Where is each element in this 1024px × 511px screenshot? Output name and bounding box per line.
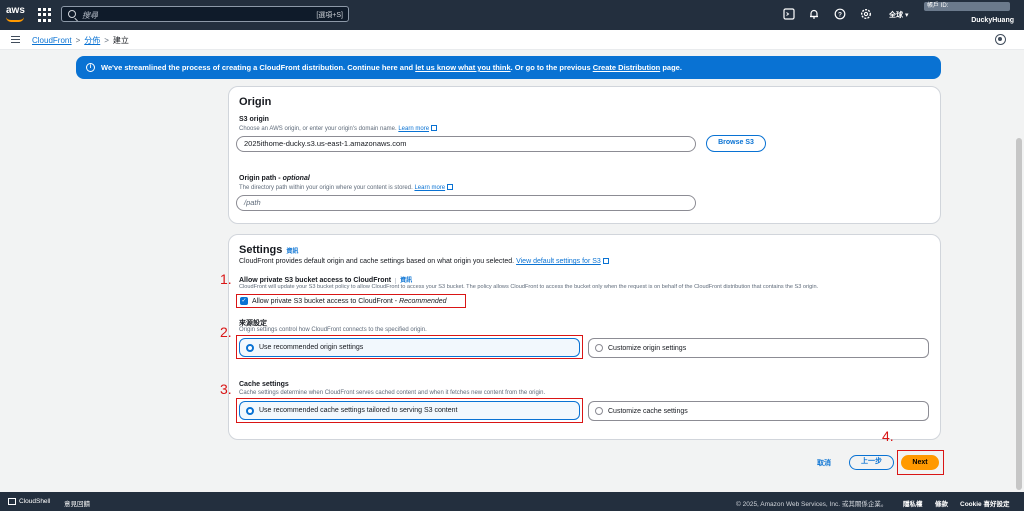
cookie-preferences-link[interactable]: Cookie 喜好設定 xyxy=(960,498,1009,508)
radio-customize-cache[interactable]: Customize cache settings xyxy=(588,401,929,421)
aws-logo[interactable]: aws xyxy=(6,5,25,22)
flash-text: We've streamlined the process of creatin… xyxy=(101,63,682,72)
annotation-2: 2. xyxy=(220,324,232,340)
cache-settings-label: Cache settings xyxy=(239,381,289,388)
radio-customize-origin[interactable]: Customize origin settings xyxy=(588,338,929,358)
radio-unselected-icon xyxy=(595,407,603,415)
svg-text:?: ? xyxy=(838,11,842,18)
s3-origin-desc: Choose an AWS origin, or enter your orig… xyxy=(239,125,438,132)
flash-text-3: page. xyxy=(660,63,682,72)
annotation-3: 3. xyxy=(220,381,232,397)
radio-recommended-cache[interactable]: Use recommended cache settings tailored … xyxy=(239,401,580,420)
external-link-icon xyxy=(602,258,609,264)
origin-settings-desc: Origin settings control how CloudFront c… xyxy=(239,327,427,333)
radio-recommended-origin[interactable]: Use recommended origin settings xyxy=(239,338,580,357)
breadcrumb-create: 建立 xyxy=(112,36,129,45)
external-link-icon xyxy=(431,125,438,131)
services-grid-icon[interactable] xyxy=(38,8,52,22)
recommended-tag: Recommended xyxy=(399,297,447,305)
search-icon xyxy=(68,10,76,18)
private-access-checkbox-label: Allow private S3 bucket access to CloudF… xyxy=(252,298,447,305)
private-access-checkbox[interactable]: ✓ Allow private S3 bucket access to Clou… xyxy=(236,294,466,308)
search-placeholder: 搜尋 xyxy=(82,11,98,20)
copyright: © 2025, Amazon Web Services, Inc. 或其關係企業… xyxy=(736,501,888,508)
learn-more-link[interactable]: Learn more xyxy=(398,126,429,132)
private-access-label: Allow private S3 bucket access to CloudF… xyxy=(239,275,413,284)
feedback-link[interactable]: 意見回饋 xyxy=(64,498,90,508)
chevron-right-icon: > xyxy=(104,36,109,45)
annotation-4: 4. xyxy=(882,428,894,444)
previous-button[interactable]: 上一步 xyxy=(849,455,894,470)
bell-icon[interactable] xyxy=(807,8,821,22)
search-input[interactable]: 搜尋 [選項+S] xyxy=(61,6,349,22)
settings-desc: CloudFront provides default origin and c… xyxy=(239,258,609,265)
radio-customize-cache-label: Customize cache settings xyxy=(608,407,688,415)
gear-icon[interactable] xyxy=(859,8,873,22)
footer: CloudShell 意見回饋 © 2025, Amazon Web Servi… xyxy=(0,492,1024,511)
help-icon[interactable]: ? xyxy=(833,8,847,22)
search-shortcut: [選項+S] xyxy=(316,12,343,19)
radio-customize-origin-label: Customize origin settings xyxy=(608,344,687,352)
s3-origin-input[interactable]: 2025ithome-ducky.s3.us-east-1.amazonaws.… xyxy=(236,136,696,152)
origin-title: Origin xyxy=(239,96,272,108)
origin-path-label-text: Origin path - xyxy=(239,175,283,182)
origin-path-desc: The directory path within your origin wh… xyxy=(239,184,454,191)
info-icon: i xyxy=(86,63,95,72)
scrollbar-thumb[interactable] xyxy=(1016,138,1022,490)
breadcrumb: CloudFront > 分佈 > 建立 xyxy=(32,35,129,46)
private-access-checkbox-text: Allow private S3 bucket access to CloudF… xyxy=(252,297,400,305)
optional-tag: optional xyxy=(282,175,310,182)
preferences-icon[interactable] xyxy=(995,34,1006,45)
radio-recommended-cache-label: Use recommended cache settings tailored … xyxy=(259,407,458,414)
annotation-1: 1. xyxy=(220,271,232,287)
s3-origin-desc-text: Choose an AWS origin, or enter your orig… xyxy=(239,126,397,132)
cache-settings-desc: Cache settings determine when CloudFront… xyxy=(239,390,546,396)
terms-link[interactable]: 條款 xyxy=(935,498,948,508)
cancel-button[interactable]: 取消 xyxy=(817,458,831,468)
cloudshell-icon[interactable] xyxy=(782,8,796,22)
checkmark-icon: ✓ xyxy=(240,297,248,305)
radio-unselected-icon xyxy=(595,344,603,352)
origin-path-input[interactable]: /path xyxy=(236,195,696,211)
account-id: 帳戶 ID: xyxy=(924,2,1010,11)
s3-origin-label: S3 origin xyxy=(239,116,269,123)
cloudshell-label: CloudShell xyxy=(19,498,51,505)
radio-selected-icon xyxy=(246,343,254,352)
cloudshell-button[interactable]: CloudShell xyxy=(8,498,50,505)
next-button[interactable]: Next xyxy=(901,455,939,470)
top-navigation: aws 搜尋 [選項+S] ? 全球 ▾ 帳戶 ID: DuckyHuang xyxy=(0,0,1024,30)
settings-title: Settings 資訊 xyxy=(239,244,298,256)
external-link-icon xyxy=(447,184,454,190)
breadcrumb-cloudfront[interactable]: CloudFront xyxy=(32,36,72,45)
settings-title-text: Settings xyxy=(239,244,283,256)
settings-info-link[interactable]: 資訊 xyxy=(286,249,298,255)
menu-icon[interactable] xyxy=(11,36,20,43)
aws-smile-icon xyxy=(6,17,24,22)
settings-desc-text: CloudFront provides default origin and c… xyxy=(239,258,515,265)
cloudshell-icon xyxy=(8,498,16,505)
flash-text-1: We've streamlined the process of creatin… xyxy=(101,63,416,72)
origin-path-desc-text: The directory path within your origin wh… xyxy=(239,185,413,191)
flash-text-2: . Or go to the previous xyxy=(510,63,593,72)
view-default-settings-link[interactable]: View default settings for S3 xyxy=(516,258,601,265)
aws-logo-text: aws xyxy=(6,5,25,16)
private-access-label-text: Allow private S3 bucket access to CloudF… xyxy=(239,277,392,284)
info-flashbar: i We've streamlined the process of creat… xyxy=(76,56,941,79)
account-menu[interactable]: 帳戶 ID: DuckyHuang xyxy=(924,2,1016,28)
privacy-link[interactable]: 隱私權 xyxy=(903,498,923,508)
private-access-desc: CloudFront will update your S3 bucket po… xyxy=(239,284,819,290)
chevron-right-icon: > xyxy=(75,36,81,45)
radio-recommended-origin-label: Use recommended origin settings xyxy=(259,344,364,351)
breadcrumb-distributions[interactable]: 分佈 xyxy=(84,36,100,45)
radio-selected-icon xyxy=(246,406,254,415)
feedback-link[interactable]: let us know what you think xyxy=(415,63,510,72)
username: DuckyHuang xyxy=(971,17,1014,24)
create-distribution-link[interactable]: Create Distribution xyxy=(593,63,661,72)
breadcrumb-bar: CloudFront > 分佈 > 建立 xyxy=(0,30,1024,50)
browse-s3-button[interactable]: Browse S3 xyxy=(706,135,766,152)
region-selector[interactable]: 全球 ▾ xyxy=(889,10,908,20)
origin-path-label: Origin path - optional xyxy=(239,175,310,182)
learn-more-link-2[interactable]: Learn more xyxy=(414,185,445,191)
